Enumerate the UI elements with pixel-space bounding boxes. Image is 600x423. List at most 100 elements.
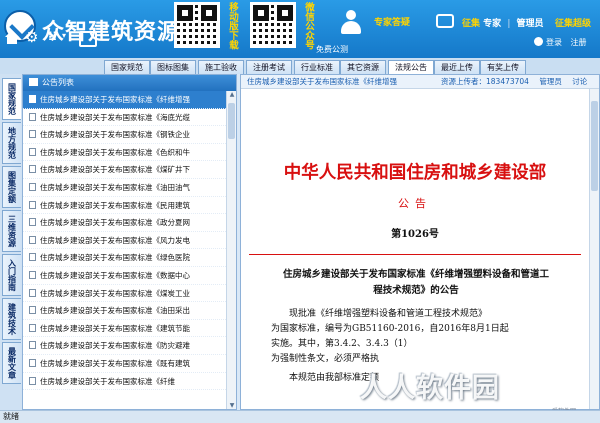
collect-super-link[interactable]: 征集超级 xyxy=(555,16,591,29)
list-item[interactable]: 住房城乡建设部关于发布国家标准《煤矿井下 xyxy=(23,161,226,179)
paragraph-line: 为强制性条文，必须严格执 xyxy=(271,354,380,364)
list-item[interactable]: 住房城乡建设部关于发布国家标准《建筑节能 xyxy=(23,320,226,338)
gear-icon[interactable] xyxy=(25,28,41,46)
document-icon xyxy=(29,323,36,332)
message-icon[interactable] xyxy=(436,14,454,28)
scroll-down-icon[interactable]: ▼ xyxy=(228,402,236,409)
paragraph-line: 现批准《纤维增强塑料设备和管道工程技术规范》 xyxy=(289,309,488,319)
document-icon xyxy=(29,288,36,297)
list-item-label: 住房城乡建设部关于发布国家标准《绿色医院 xyxy=(40,253,190,263)
document-meta: 资源上传者：183473704 管理员 讨论 xyxy=(441,75,595,88)
document-divider xyxy=(249,254,581,255)
app-header: 众智建筑资源 移动版下载 微信公众号 免费公测 专家答疑 征集 专家 | 管理员… xyxy=(0,0,600,60)
document-body: 中华人民共和国住房和城乡建设部 公告 第1026号 住房城乡建设部关于发布国家标… xyxy=(241,89,589,409)
avatar-icon xyxy=(534,37,543,46)
list-item[interactable]: 住房城乡建设部关于发布国家标准《既有建筑 xyxy=(23,355,226,373)
side-tab-national-standards[interactable]: 国家规范 xyxy=(2,78,21,120)
document-scrollbar[interactable] xyxy=(589,89,599,409)
list-item[interactable]: 住房城乡建设部关于发布国家标准《绿色医院 xyxy=(23,249,226,267)
category-tabs: 国家规范 图标图集 施工验收 注册考试 行业标准 其它资源 法规公告 最近上传 … xyxy=(0,58,600,74)
tab-construction-acceptance[interactable]: 施工验收 xyxy=(198,60,244,74)
wechat-label[interactable]: 微信公众号 xyxy=(300,2,314,50)
side-tab-beginner-guide[interactable]: 入门指南 xyxy=(2,254,21,296)
collect-link[interactable]: 征集 xyxy=(462,16,480,29)
login-link[interactable]: 登录 xyxy=(546,38,562,47)
list-item[interactable]: 住房城乡建设部关于发布国家标准《海底光缆 xyxy=(23,109,226,127)
side-tab-atlas-quota[interactable]: 图集定额 xyxy=(2,166,21,208)
tab-reward-uploads[interactable]: 有奖上传 xyxy=(480,60,526,74)
paragraph-line: 实施。其中，第3.4.2、3.4.3（1） xyxy=(271,339,413,349)
document-icon xyxy=(29,270,36,279)
document-number: 第1026号 xyxy=(391,229,439,240)
document-panel: 住房城乡建设部关于发布国家标准《纤维增强 资源上传者：183473704 管理员… xyxy=(240,74,600,410)
tab-registration-exam[interactable]: 注册考试 xyxy=(246,60,292,74)
document-icon xyxy=(29,218,36,227)
expert-qa-button[interactable]: 专家答疑 xyxy=(340,10,420,40)
announcement-list-panel: 公告列表 住房城乡建设部关于发布国家标准《纤维增强 住房城乡建设部关于发布国家标准… xyxy=(22,74,237,410)
list-item[interactable]: 住房城乡建设部关于发布国家标准《数据中心 xyxy=(23,267,226,285)
tab-atlas[interactable]: 图标图集 xyxy=(150,60,196,74)
list-item[interactable]: 住房城乡建设部关于发布国家标准《风力发电 xyxy=(23,232,226,250)
list-item[interactable]: 住房城乡建设部关于发布国家标准《煤炭工业 xyxy=(23,285,226,303)
list-item[interactable]: 住房城乡建设部关于发布国家标准《油田油气 xyxy=(23,179,226,197)
list-item-label: 住房城乡建设部关于发布国家标准《既有建筑 xyxy=(40,358,190,368)
expert-link[interactable]: 专家 xyxy=(483,16,501,29)
tab-industry-standards[interactable]: 行业标准 xyxy=(294,60,340,74)
side-tab-3d-resources[interactable]: 三维资源 xyxy=(2,210,21,252)
scroll-thumb[interactable] xyxy=(591,101,598,191)
tab-national-standards[interactable]: 国家规范 xyxy=(104,60,150,74)
document-icon xyxy=(29,306,36,315)
tab-other-resources[interactable]: 其它资源 xyxy=(340,60,386,74)
admin-link[interactable]: 管理员 xyxy=(539,77,562,86)
uploader-link[interactable]: 资源上传者：183473704 xyxy=(441,77,529,86)
mobile-download-label[interactable]: 移动版下载 xyxy=(224,2,238,50)
document-icon xyxy=(29,165,36,174)
qr-code-wechat[interactable] xyxy=(250,2,296,48)
list-item-label: 住房城乡建设部关于发布国家标准《纤维增强 xyxy=(40,95,190,104)
login-area: 登录 注册 xyxy=(534,37,587,48)
scroll-up-icon[interactable]: ▲ xyxy=(228,91,236,98)
list-icon xyxy=(29,78,38,86)
list-item-label: 住房城乡建设部关于发布国家标准《油田油气 xyxy=(40,182,190,192)
list-item[interactable]: 住房城乡建设部关于发布国家标准《纤维 xyxy=(23,373,226,391)
list-item[interactable]: 住房城乡建设部关于发布国家标准《民用建筑 xyxy=(23,197,226,215)
free-beta-label: 免费公测 xyxy=(316,45,348,54)
side-tab-local-standards[interactable]: 地方规范 xyxy=(2,122,21,164)
list-item[interactable]: 住房城乡建设部关于发布国家标准《色织和牛 xyxy=(23,144,226,162)
list-scrollbar[interactable]: ▲ ▼ xyxy=(226,91,236,409)
panel-title: 公告列表 xyxy=(42,78,74,87)
tab-recent-uploads[interactable]: 最近上传 xyxy=(434,60,480,74)
document-icon xyxy=(29,341,36,350)
side-tab-building-tech[interactable]: 建筑技术 xyxy=(2,298,21,340)
list-item-label: 住房城乡建设部关于发布国家标准《海底光缆 xyxy=(40,112,190,122)
document-icon xyxy=(29,147,36,156)
list-item[interactable]: 住房城乡建设部关于发布国家标准《纤维增强 xyxy=(23,91,226,109)
list-item-label: 住房城乡建设部关于发布国家标准《风力发电 xyxy=(40,235,190,245)
document-title: 中华人民共和国住房和城乡建设部 xyxy=(283,163,547,183)
discuss-link[interactable]: 讨论 xyxy=(572,77,587,86)
scroll-thumb[interactable] xyxy=(228,103,235,139)
list-item-label: 住房城乡建设部关于发布国家标准《数据中心 xyxy=(40,270,190,280)
document-icon xyxy=(29,376,36,385)
tab-regulations[interactable]: 法规公告 xyxy=(388,60,434,74)
breadcrumb[interactable]: 住房城乡建设部关于发布国家标准《纤维增强 xyxy=(247,75,397,88)
list-item-label: 住房城乡建设部关于发布国家标准《煤矿井下 xyxy=(40,165,190,175)
side-tab-latest-articles[interactable]: 最新文章 xyxy=(2,342,21,384)
menu-dropdown-icon[interactable] xyxy=(46,29,72,46)
list-item-label: 住房城乡建设部关于发布国家标准《色织和牛 xyxy=(40,147,190,157)
list-item-label: 住房城乡建设部关于发布国家标准《钢铁企业 xyxy=(40,130,190,140)
book-icon[interactable] xyxy=(78,30,97,47)
home-icon[interactable] xyxy=(4,30,20,46)
list-item[interactable]: 住房城乡建设部关于发布国家标准《防灾避难 xyxy=(23,337,226,355)
list-item[interactable]: 住房城乡建设部关于发布国家标准《钢铁企业 xyxy=(23,126,226,144)
document-icon xyxy=(29,200,36,209)
expert-qa-label: 专家答疑 xyxy=(374,18,411,28)
watermark: 人人软件园 xyxy=(360,373,500,404)
list-item[interactable]: 住房城乡建设部关于发布国家标准《政分夏网 xyxy=(23,214,226,232)
list-item[interactable]: 住房城乡建设部关于发布国家标准《油田采出 xyxy=(23,302,226,320)
register-link[interactable]: 注册 xyxy=(571,38,587,47)
qr-code-mobile[interactable] xyxy=(174,2,220,48)
document-icon xyxy=(29,358,36,367)
admin-link[interactable]: 管理员 xyxy=(517,16,544,29)
list-item-label: 住房城乡建设部关于发布国家标准《纤维 xyxy=(40,376,175,386)
